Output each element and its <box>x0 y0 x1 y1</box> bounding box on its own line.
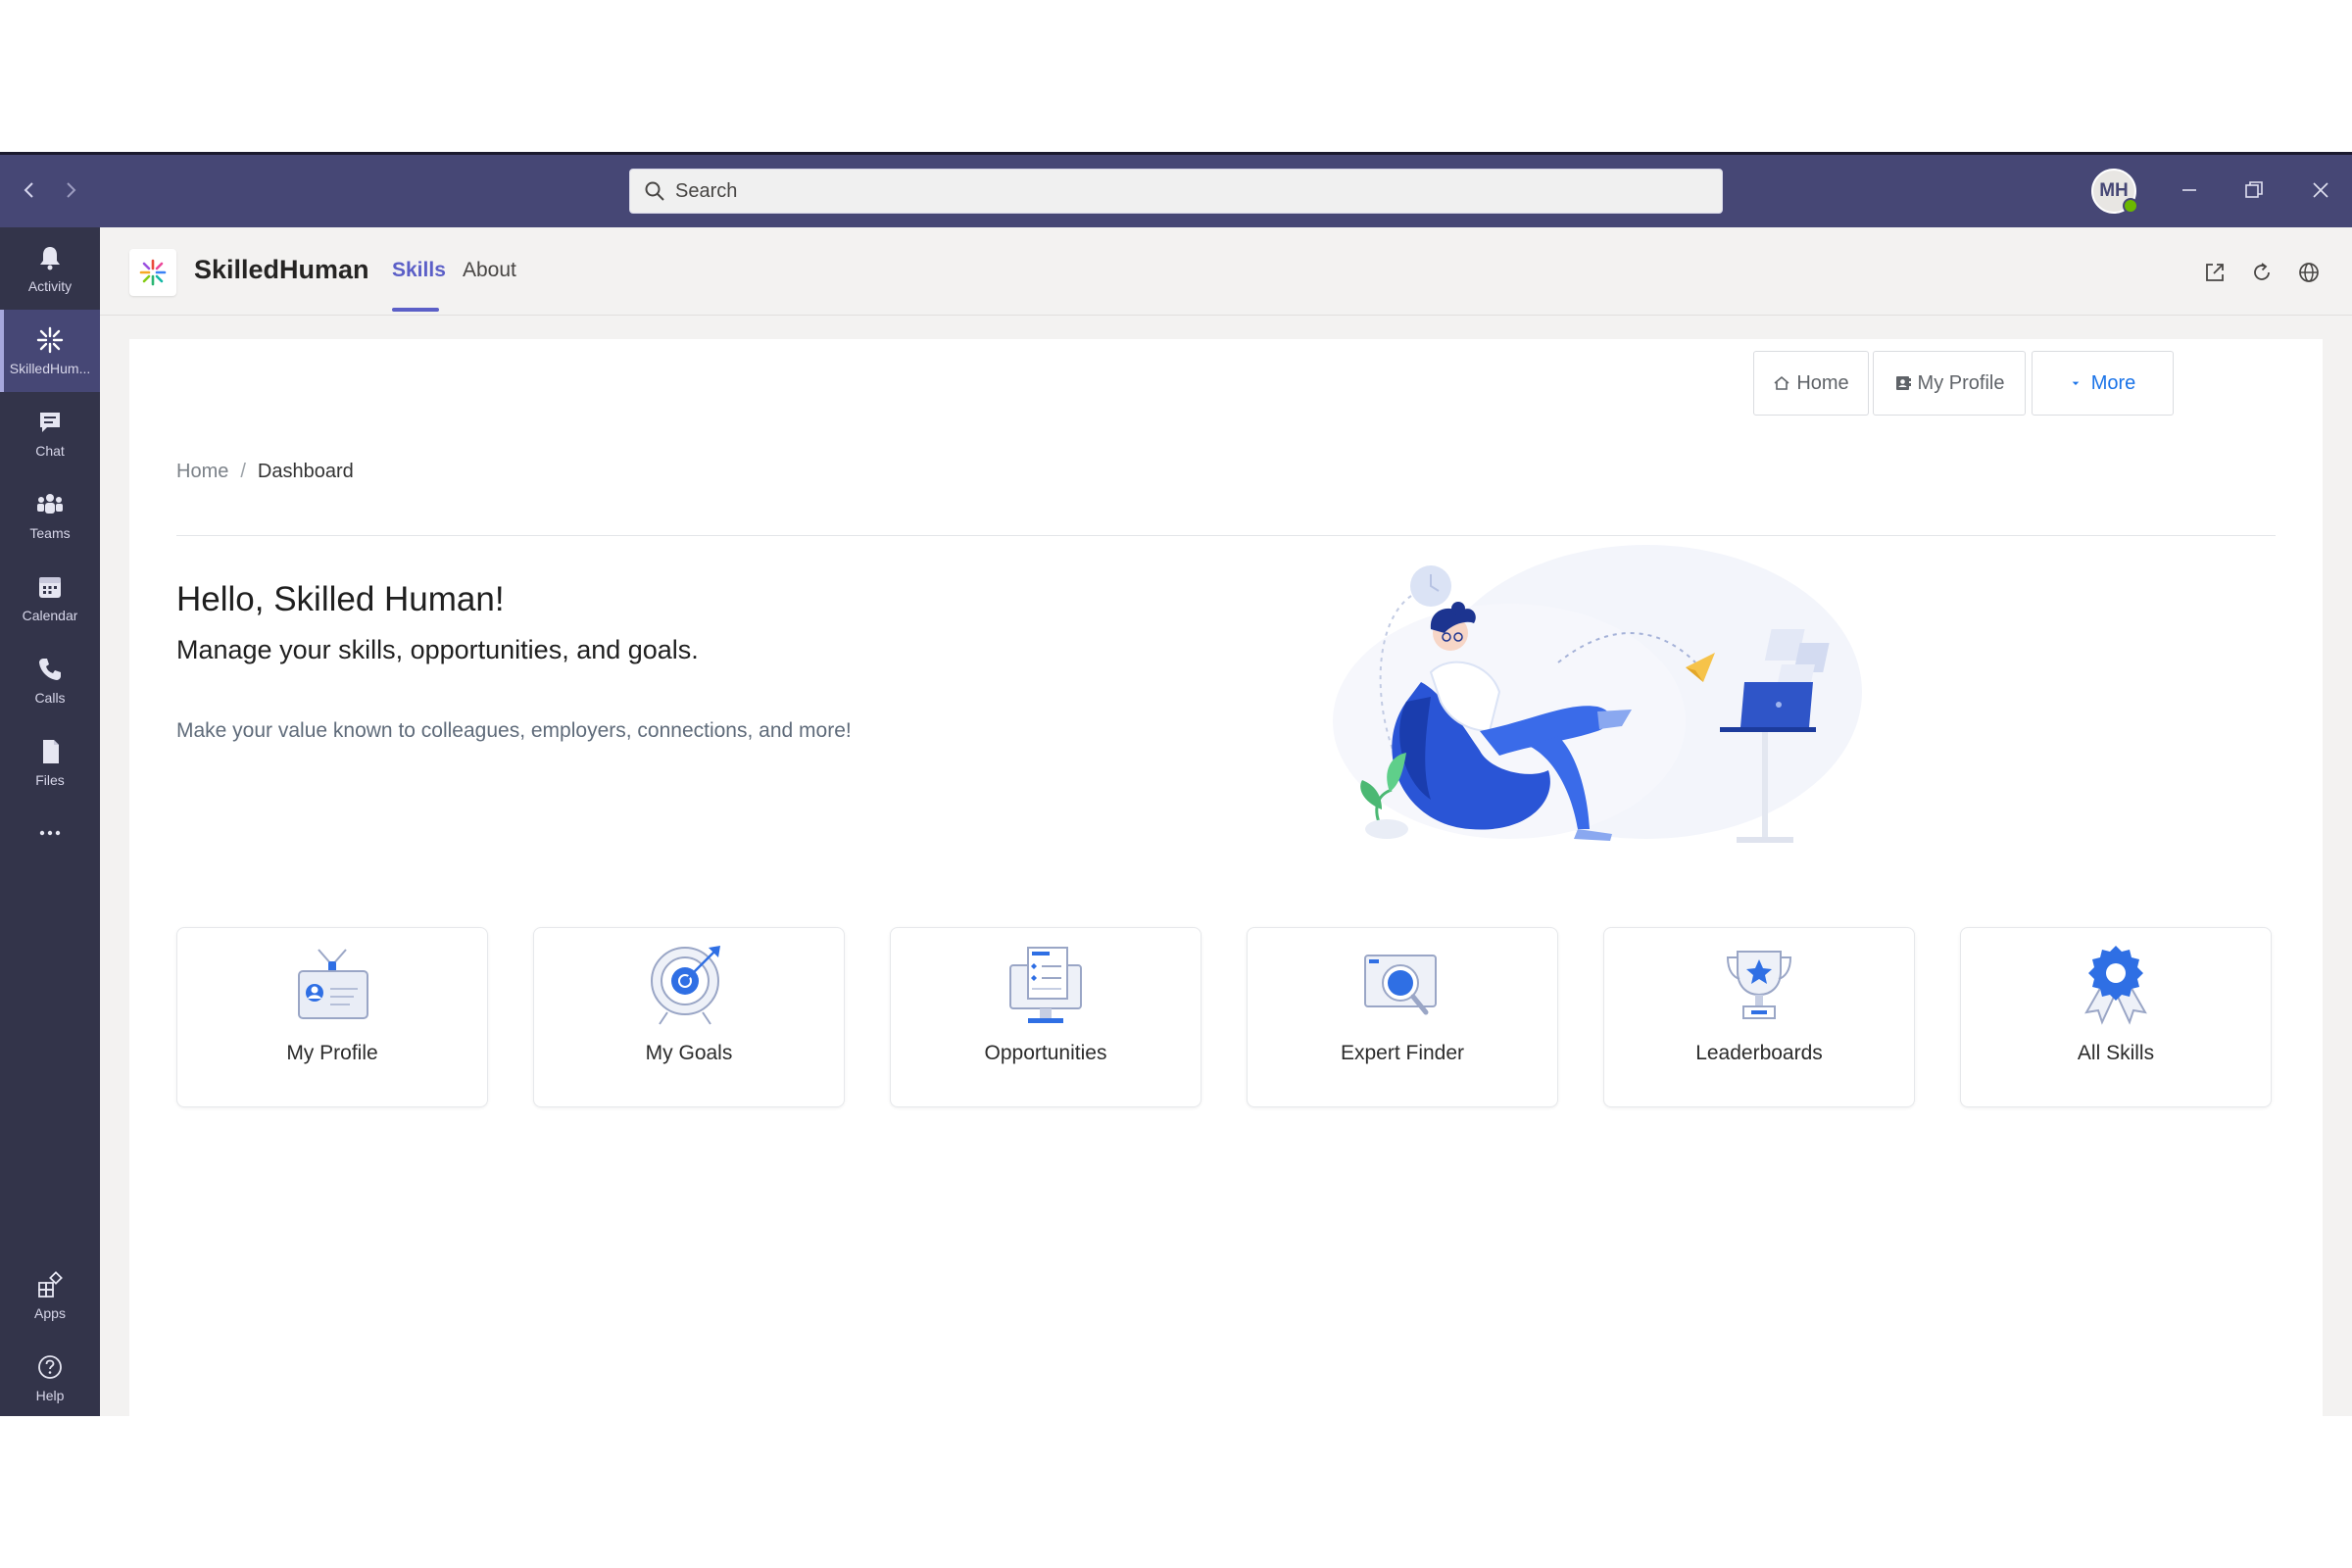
more-dropdown-button[interactable]: More <box>2032 351 2174 416</box>
trophy-icon <box>1726 951 1792 1019</box>
restore-icon <box>2245 181 2263 198</box>
restore-button[interactable] <box>2236 172 2272 208</box>
card-expert-finder[interactable]: Expert Finder <box>1247 927 1558 1107</box>
help-icon <box>38 1355 62 1379</box>
screenshot-stage: MH Activity SkilledHum.. <box>0 0 2352 1568</box>
app-name: SkilledHuman <box>194 255 369 284</box>
file-icon <box>43 740 59 763</box>
active-tab-indicator <box>392 308 439 312</box>
refresh-icon <box>2254 263 2270 280</box>
forward-button[interactable] <box>53 172 88 208</box>
breadcrumb: Home / Dashboard <box>176 461 354 483</box>
rail-item-label: Apps <box>34 1305 66 1321</box>
search-box[interactable] <box>629 169 1723 214</box>
app-rail: Activity SkilledHum... Chat Teams Calend… <box>0 227 100 1416</box>
rail-item-help[interactable]: Help <box>0 1337 100 1416</box>
close-icon <box>2313 182 2328 198</box>
rail-item-apps[interactable]: Apps <box>0 1254 100 1337</box>
rail-item-label: Calendar <box>22 608 78 623</box>
rail-item-files[interactable]: Files <box>0 721 100 804</box>
rail-item-label: Activity <box>27 278 73 294</box>
open-in-browser-button[interactable] <box>2293 257 2325 288</box>
skilledhuman-app-icon <box>36 326 64 354</box>
hero-illustration <box>1333 545 1862 843</box>
card-all-skills[interactable]: All Skills <box>1960 927 2272 1107</box>
chevron-left-icon <box>24 182 33 198</box>
page-tagline: Make your value known to colleagues, emp… <box>176 719 852 742</box>
close-button[interactable] <box>2303 172 2338 208</box>
teams-window: MH Activity SkilledHum.. <box>0 152 2352 1416</box>
calendar-icon <box>39 577 61 598</box>
rail-item-skilledhuman[interactable]: SkilledHum... <box>0 310 100 392</box>
title-bar: MH <box>0 155 2352 227</box>
home-icon <box>1774 375 1789 390</box>
breadcrumb-separator: / <box>240 461 246 482</box>
back-button[interactable] <box>12 172 47 208</box>
search-input[interactable] <box>675 179 1655 203</box>
chevron-right-icon <box>67 182 76 198</box>
bell-icon <box>40 247 60 270</box>
rail-item-chat[interactable]: Chat <box>0 392 100 474</box>
rail-item-calls[interactable]: Calls <box>0 639 100 721</box>
my-profile-nav-button[interactable]: My Profile <box>1873 351 2026 416</box>
magnifier-icon <box>1364 955 1437 1015</box>
caret-down-icon <box>2072 381 2080 385</box>
card-title: Expert Finder <box>1340 1042 1465 1064</box>
card-my-profile[interactable]: My Profile <box>176 927 488 1107</box>
main-content: Home My Profile More Home / Dashboard Hell… <box>129 339 2323 1416</box>
teams-icon <box>37 494 63 514</box>
rail-item-label: Chat <box>35 443 65 459</box>
profile-badge-icon <box>298 949 368 1019</box>
avatar-initials: MH <box>2099 180 2129 201</box>
card-title: My Goals <box>645 1042 733 1064</box>
award-ribbon-icon <box>2084 946 2147 1025</box>
minimize-button[interactable] <box>2172 172 2207 208</box>
tab-skills[interactable]: Skills <box>392 259 446 282</box>
app-header: SkilledHuman Skills About <box>100 227 2352 316</box>
card-my-goals[interactable]: My Goals <box>533 927 845 1107</box>
home-nav-label: Home <box>1796 371 1849 394</box>
rail-item-label: Help <box>35 1388 65 1403</box>
card-title: My Profile <box>286 1042 378 1064</box>
section-divider <box>176 535 2276 536</box>
phone-icon <box>39 659 61 680</box>
page-title: Hello, Skilled Human! <box>176 580 505 618</box>
rail-item-label: Files <box>35 772 65 788</box>
contact-card-icon <box>1895 376 1911 390</box>
globe-icon <box>2299 263 2319 282</box>
breadcrumb-home-link[interactable]: Home <box>176 461 228 482</box>
target-icon <box>651 946 720 1025</box>
card-opportunities[interactable]: Opportunities <box>890 927 1201 1107</box>
app-logo <box>129 249 176 296</box>
card-title: Leaderboards <box>1695 1042 1823 1064</box>
rail-item-label: Teams <box>29 525 71 541</box>
apps-icon <box>38 1271 63 1298</box>
rail-more-button[interactable] <box>0 804 100 862</box>
presence-available-badge <box>2123 198 2138 214</box>
rail-item-activity[interactable]: Activity <box>0 227 100 310</box>
rail-item-label: SkilledHum... <box>9 361 91 376</box>
tab-about[interactable]: About <box>463 259 516 282</box>
more-dropdown-label: More <box>2090 371 2136 394</box>
more-dots-icon <box>39 830 61 836</box>
rail-item-calendar[interactable]: Calendar <box>0 557 100 639</box>
reload-button[interactable] <box>2246 257 2278 288</box>
rail-item-teams[interactable]: Teams <box>0 474 100 557</box>
minimize-icon <box>2182 189 2196 191</box>
card-title: All Skills <box>2077 1042 2155 1064</box>
chat-icon <box>40 413 60 432</box>
popout-button[interactable] <box>2199 257 2230 288</box>
card-title: Opportunities <box>984 1042 1107 1064</box>
page-subtitle: Manage your skills, opportunities, and g… <box>176 635 699 664</box>
popout-icon <box>2206 264 2224 281</box>
monitor-document-icon <box>1009 947 1082 1023</box>
breadcrumb-current: Dashboard <box>257 461 354 482</box>
rail-item-label: Calls <box>34 690 66 706</box>
home-nav-button[interactable]: Home <box>1753 351 1869 416</box>
skilledhuman-logo-icon <box>139 259 167 286</box>
search-icon <box>645 181 664 201</box>
my-profile-nav-label: My Profile <box>1917 371 2005 394</box>
card-leaderboards[interactable]: Leaderboards <box>1603 927 1915 1107</box>
